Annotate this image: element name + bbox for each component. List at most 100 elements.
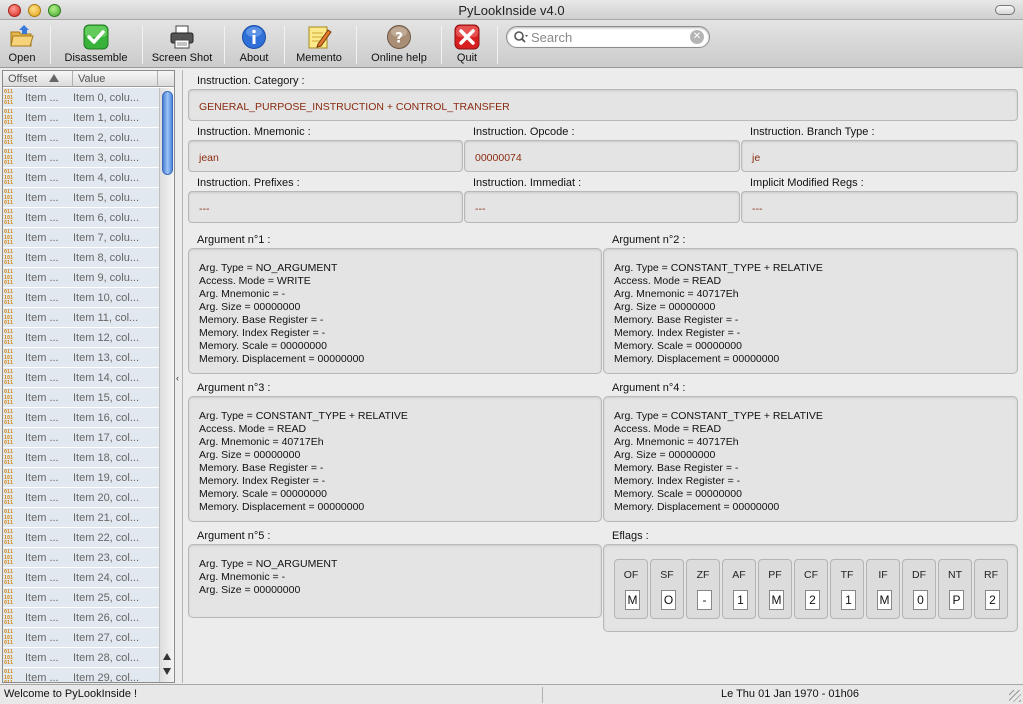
arg-line: Arg. Type = NO_ARGUMENT [199, 558, 338, 570]
arg-line: Memory. Base Register = - [199, 462, 324, 474]
flag-value: 2 [805, 590, 820, 610]
flag-df: DF 0 [902, 559, 936, 619]
list-item[interactable]: 011 101 011 Item ... Item 12, col... [3, 328, 159, 348]
value-cell: Item 25, col... [73, 592, 140, 604]
arg-line: Memory. Displacement = 00000000 [199, 501, 365, 513]
list-item[interactable]: 011 101 011 Item ... Item 11, col... [3, 308, 159, 328]
list-item[interactable]: 011 101 011 Item ... Item 16, col... [3, 408, 159, 428]
memento-button[interactable]: Memento [292, 22, 346, 66]
flag-name: SF [660, 569, 674, 581]
list-item[interactable]: 011 101 011 Item ... Item 4, colu... [3, 168, 159, 188]
list-item[interactable]: 011 101 011 Item ... Item 21, col... [3, 508, 159, 528]
list-item[interactable]: 011 101 011 Item ... Item 20, col... [3, 488, 159, 508]
offset-cell: Item ... [25, 572, 59, 584]
arg-line: Access. Mode = READ [199, 423, 307, 435]
arg-line: Memory. Base Register = - [614, 314, 739, 326]
argument-1-lines: Arg. Type = NO_ARGUMENT Access. Mode = W… [199, 262, 364, 366]
list-item[interactable]: 011 101 011 Item ... Item 6, colu... [3, 208, 159, 228]
list-item[interactable]: 011 101 011 Item ... Item 1, colu... [3, 108, 159, 128]
list-item[interactable]: 011 101 011 Item ... Item 10, col... [3, 288, 159, 308]
flag-cf: CF 2 [794, 559, 828, 619]
disassemble-button[interactable]: Disassemble [60, 22, 132, 66]
list-item[interactable]: 011 101 011 Item ... Item 8, colu... [3, 248, 159, 268]
list-item[interactable]: 011 101 011 Item ... Item 24, col... [3, 568, 159, 588]
memento-label: Memento [296, 52, 342, 64]
list-item[interactable]: 011 101 011 Item ... Item 13, col... [3, 348, 159, 368]
argument-3-box: Arg. Type = CONSTANT_TYPE + RELATIVE Acc… [188, 396, 602, 522]
flag-rf: RF 2 [974, 559, 1008, 619]
list-item[interactable]: 011 101 011 Item ... Item 18, col... [3, 448, 159, 468]
list-item[interactable]: 011 101 011 Item ... Item 14, col... [3, 368, 159, 388]
branch-type-value: je [752, 152, 761, 164]
column-header-offset[interactable]: Offset [3, 71, 73, 87]
list-item[interactable]: 011 101 011 Item ... Item 29, col... [3, 668, 159, 682]
list-item[interactable]: 011 101 011 Item ... Item 23, col... [3, 548, 159, 568]
collapse-arrow-icon[interactable]: ‹ [176, 373, 179, 383]
prefixes-label: Instruction. Prefixes : [197, 177, 300, 189]
value-cell: Item 15, col... [73, 392, 140, 404]
list-item[interactable]: 011 101 011 Item ... Item 3, colu... [3, 148, 159, 168]
online-help-button[interactable]: ? Online help [366, 22, 432, 66]
arg-line: Arg. Type = NO_ARGUMENT [199, 262, 338, 274]
eflags-box: OF M SF O ZF - AF 1 PF M CF 2 TF 1 IF M DF 0 NT P … [603, 544, 1018, 632]
value-cell: Item 23, col... [73, 552, 140, 564]
scroll-down-icon[interactable] [163, 668, 171, 675]
arg-line: Arg. Mnemonic = - [199, 288, 286, 300]
list-item[interactable]: 011 101 011 Item ... Item 22, col... [3, 528, 159, 548]
list-item[interactable]: 011 101 011 Item ... Item 26, col... [3, 608, 159, 628]
screenshot-button[interactable]: Screen Shot [150, 22, 214, 66]
list-item[interactable]: 011 101 011 Item ... Item 15, col... [3, 388, 159, 408]
value-cell: Item 27, col... [73, 632, 140, 644]
status-message: Welcome to PyLookInside ! [4, 688, 138, 700]
mnemonic-value: jean [199, 152, 219, 164]
list-item[interactable]: 011 101 011 Item ... Item 9, colu... [3, 268, 159, 288]
flag-value: 1 [733, 590, 748, 610]
scroll-up-icon[interactable] [163, 653, 171, 660]
flag-name: ZF [696, 569, 710, 581]
argument-5-box: Arg. Type = NO_ARGUMENT Arg. Mnemonic = … [188, 544, 602, 618]
value-cell: Item 24, col... [73, 572, 140, 584]
immediat-field: --- [464, 191, 740, 223]
offset-list[interactable]: Offset Value 011 101 011 Item ... Item 0, co… [2, 70, 175, 683]
offset-cell: Item ... [25, 292, 59, 304]
binary-file-icon: 011 101 011 [4, 409, 14, 426]
list-item[interactable]: 011 101 011 Item ... Item 17, col... [3, 428, 159, 448]
value-cell: Item 5, colu... [73, 192, 140, 204]
implicit-regs-label: Implicit Modified Regs : [750, 177, 864, 189]
close-icon [454, 24, 480, 50]
arg-line: Arg. Size = 00000000 [199, 449, 301, 461]
offset-cell: Item ... [25, 392, 59, 404]
flag-value: O [661, 590, 676, 610]
flag-name: NT [948, 569, 962, 581]
binary-file-icon: 011 101 011 [4, 389, 14, 406]
list-header: Offset Value [3, 71, 174, 87]
search-field[interactable]: ✕ [506, 26, 710, 48]
value-cell: Item 3, colu... [73, 152, 140, 164]
scrollbar-thumb[interactable] [162, 91, 173, 175]
flag-name: IF [878, 569, 888, 581]
list-item[interactable]: 011 101 011 Item ... Item 25, col... [3, 588, 159, 608]
column-offset-label: Offset [8, 73, 38, 85]
resize-grip-icon[interactable] [1009, 690, 1021, 702]
about-button[interactable]: About [232, 22, 276, 66]
branch-type-label: Instruction. Branch Type : [750, 126, 875, 138]
open-button[interactable]: Open [2, 22, 42, 66]
column-header-value[interactable]: Value [73, 71, 158, 87]
list-item[interactable]: 011 101 011 Item ... Item 27, col... [3, 628, 159, 648]
value-cell: Item 12, col... [73, 332, 140, 344]
list-item[interactable]: 011 101 011 Item ... Item 5, colu... [3, 188, 159, 208]
list-item[interactable]: 011 101 011 Item ... Item 2, colu... [3, 128, 159, 148]
toolbar-toggle-button[interactable] [995, 5, 1015, 15]
value-cell: Item 4, colu... [73, 172, 140, 184]
list-scrollbar[interactable] [159, 88, 174, 682]
arg-line: Arg. Size = 00000000 [199, 584, 301, 596]
value-cell: Item 2, colu... [73, 132, 140, 144]
search-input[interactable] [531, 29, 691, 45]
list-item[interactable]: 011 101 011 Item ... Item 7, colu... [3, 228, 159, 248]
offset-cell: Item ... [25, 652, 59, 664]
list-item[interactable]: 011 101 011 Item ... Item 0, colu... [3, 88, 159, 108]
list-item[interactable]: 011 101 011 Item ... Item 28, col... [3, 648, 159, 668]
list-item[interactable]: 011 101 011 Item ... Item 19, col... [3, 468, 159, 488]
clear-search-icon[interactable]: ✕ [690, 30, 704, 44]
quit-button[interactable]: Quit [449, 22, 485, 66]
